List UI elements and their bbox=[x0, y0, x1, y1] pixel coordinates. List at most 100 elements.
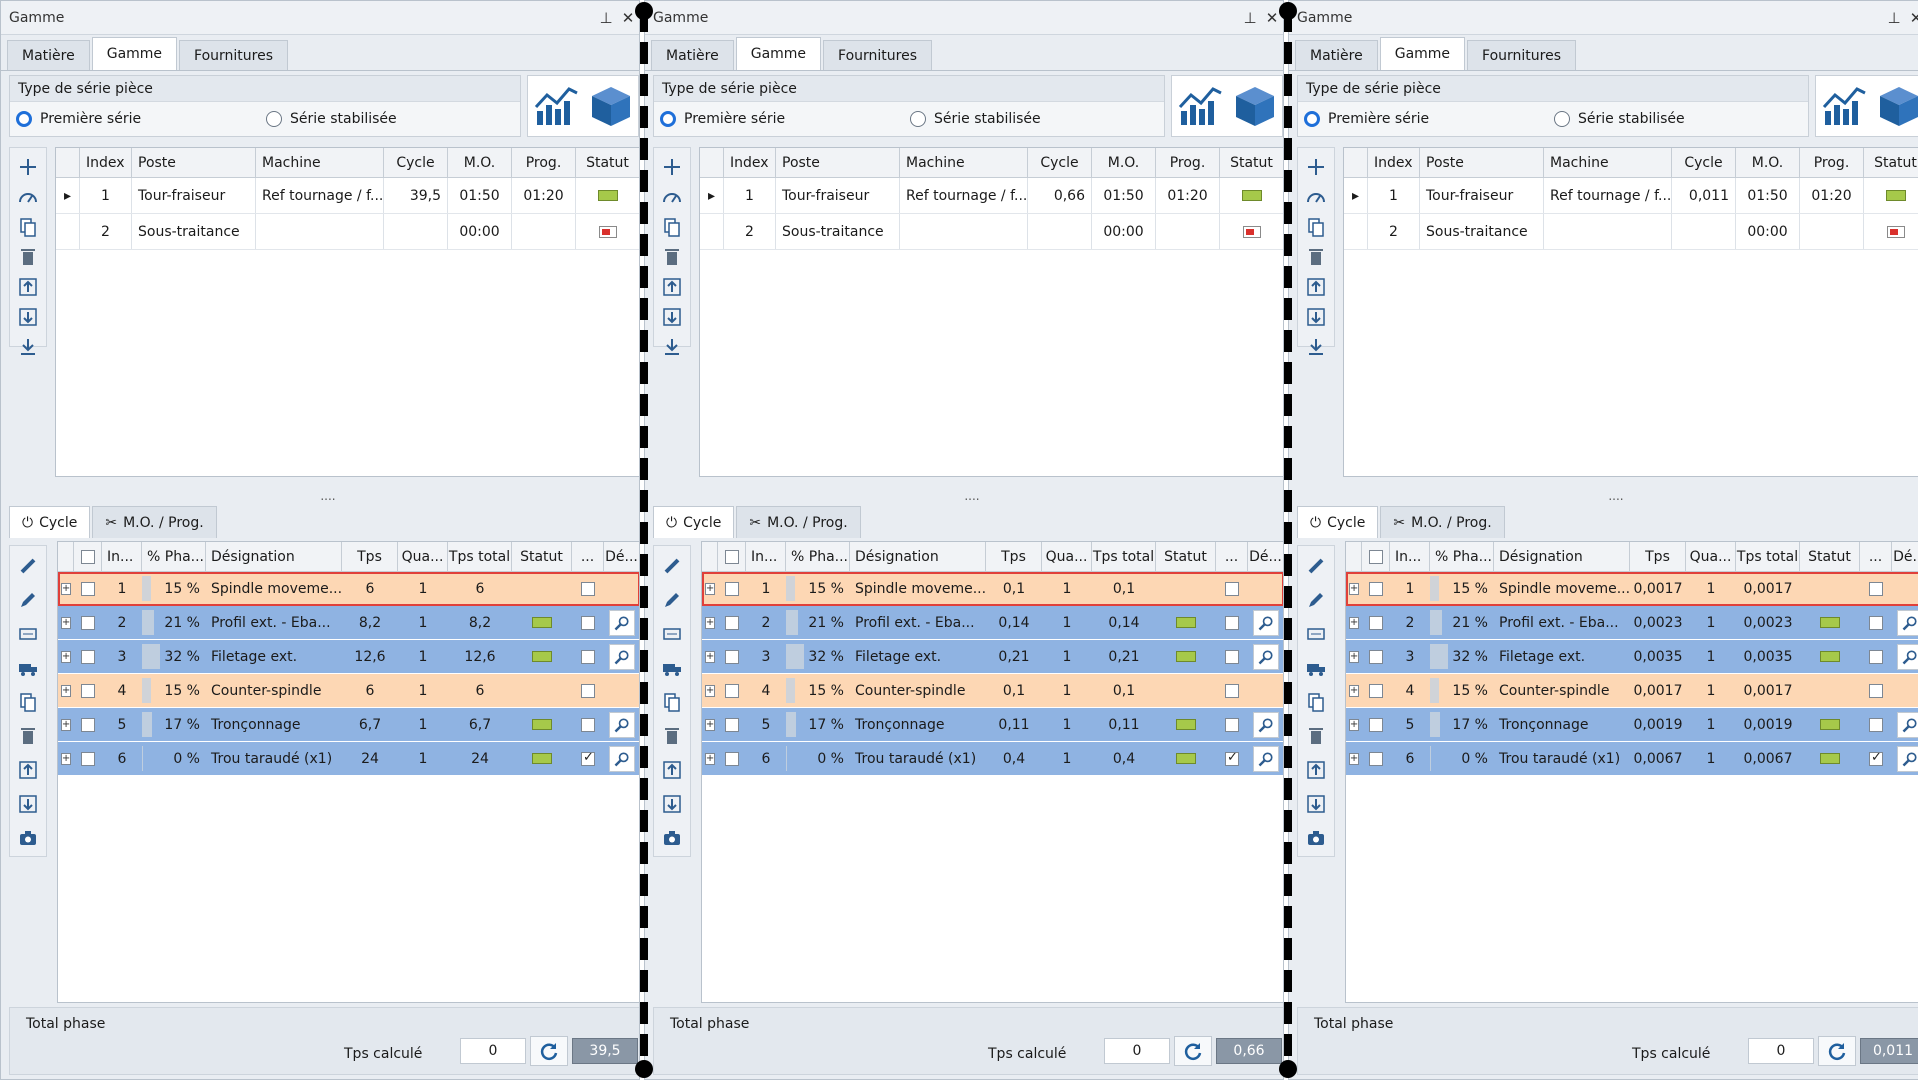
tab-matiere[interactable]: Matière bbox=[7, 40, 90, 70]
expand-button[interactable]: + bbox=[1346, 674, 1362, 707]
detail-button[interactable] bbox=[609, 643, 635, 670]
move-down-icon[interactable] bbox=[16, 792, 40, 816]
expand-button[interactable]: + bbox=[1346, 572, 1362, 605]
download-icon[interactable] bbox=[660, 336, 684, 358]
phase-checkbox[interactable] bbox=[572, 606, 604, 639]
download-icon[interactable] bbox=[1304, 336, 1328, 358]
row-select-checkbox[interactable] bbox=[718, 572, 746, 605]
col-tps[interactable]: Tps bbox=[1630, 542, 1686, 571]
col-statut[interactable]: Statut bbox=[1220, 148, 1283, 177]
phase-row[interactable]: +3 32 % Filetage ext. 0,21 1 0,21 bbox=[702, 640, 1283, 674]
truck-icon[interactable] bbox=[660, 656, 684, 680]
delete-icon[interactable] bbox=[660, 724, 684, 748]
delete-icon[interactable] bbox=[1304, 246, 1328, 268]
add-icon[interactable] bbox=[16, 156, 40, 178]
expand-button[interactable]: + bbox=[702, 640, 718, 673]
row-select-checkbox[interactable] bbox=[718, 742, 746, 775]
col-designation[interactable]: Désignation bbox=[850, 542, 986, 571]
phase-row[interactable]: +2 21 % Profil ext. - Eba... 0,14 1 0,14 bbox=[702, 606, 1283, 640]
tab-fournitures[interactable]: Fournitures bbox=[823, 40, 933, 70]
tps-calcule-input[interactable]: 0 bbox=[1104, 1038, 1170, 1064]
radio-premiere-serie[interactable]: Première série bbox=[660, 111, 785, 127]
select-all-checkbox[interactable] bbox=[1362, 542, 1390, 571]
add-icon[interactable] bbox=[660, 156, 684, 178]
col-mo[interactable]: M.O. bbox=[1736, 148, 1800, 177]
phase-checkbox[interactable] bbox=[572, 708, 604, 741]
expand-button[interactable]: + bbox=[1346, 742, 1362, 775]
route-row[interactable]: ▸ 1 Tour-fraiseur Ref tournage / f... 0,66 01… bbox=[700, 178, 1283, 214]
select-all-checkbox[interactable] bbox=[718, 542, 746, 571]
detail-button[interactable] bbox=[609, 711, 635, 738]
col-detail[interactable]: Dé... bbox=[604, 542, 639, 571]
col-check[interactable]: ... bbox=[1216, 542, 1248, 571]
pencil-icon[interactable] bbox=[660, 588, 684, 612]
expand-button[interactable]: + bbox=[58, 674, 74, 707]
phase-checkbox[interactable] bbox=[1216, 572, 1248, 605]
tps-calcule-input[interactable]: 0 bbox=[460, 1038, 526, 1064]
expand-button[interactable]: + bbox=[702, 708, 718, 741]
phase-row[interactable]: +4 15 % Counter-spindle 6 1 6 bbox=[58, 674, 639, 708]
label-icon[interactable] bbox=[660, 622, 684, 646]
delete-icon[interactable] bbox=[1304, 724, 1328, 748]
detail-button[interactable] bbox=[1253, 711, 1279, 738]
expand-button[interactable]: + bbox=[1346, 606, 1362, 639]
col-pct-phase[interactable]: % Pha... bbox=[142, 542, 206, 571]
move-up-icon[interactable] bbox=[1304, 276, 1328, 298]
tab-fournitures[interactable]: Fournitures bbox=[1467, 40, 1577, 70]
col-index[interactable]: Index bbox=[1368, 148, 1420, 177]
detail-button[interactable] bbox=[1253, 643, 1279, 670]
col-statut[interactable]: Statut bbox=[1800, 542, 1860, 571]
phase-row[interactable]: +6 0 % Trou taraudé (x1) 0,0067 1 0,0067 bbox=[1346, 742, 1918, 776]
row-select-checkbox[interactable] bbox=[718, 708, 746, 741]
phase-row[interactable]: +5 17 % Tronçonnage 0,0019 1 0,0019 bbox=[1346, 708, 1918, 742]
col-cycle[interactable]: Cycle bbox=[384, 148, 448, 177]
col-mo[interactable]: M.O. bbox=[448, 148, 512, 177]
phase-checkbox[interactable] bbox=[1216, 640, 1248, 673]
col-designation[interactable]: Désignation bbox=[206, 542, 342, 571]
col-poste[interactable]: Poste bbox=[1420, 148, 1544, 177]
gauge-icon[interactable] bbox=[1304, 186, 1328, 208]
phase-checkbox[interactable] bbox=[1860, 640, 1892, 673]
col-index[interactable]: Index bbox=[80, 148, 132, 177]
col-index[interactable]: In... bbox=[1390, 542, 1430, 571]
phase-checkbox[interactable] bbox=[572, 674, 604, 707]
tab-cycle[interactable]: ⏻ Cycle bbox=[1297, 506, 1379, 538]
delete-icon[interactable] bbox=[660, 246, 684, 268]
cube-3d-icon[interactable] bbox=[1232, 83, 1278, 129]
row-select-checkbox[interactable] bbox=[1362, 606, 1390, 639]
radio-serie-stabilisee[interactable]: Série stabilisée bbox=[910, 111, 1041, 127]
gauge-icon[interactable] bbox=[16, 186, 40, 208]
tab-mo-prog[interactable]: ✂ M.O. / Prog. bbox=[736, 506, 861, 538]
copy-icon[interactable] bbox=[1304, 216, 1328, 238]
truck-icon[interactable] bbox=[16, 656, 40, 680]
splitter-handle[interactable]: .... bbox=[957, 489, 987, 503]
phase-row[interactable]: +6 0 % Trou taraudé (x1) 0,4 1 0,4 bbox=[702, 742, 1283, 776]
row-select-checkbox[interactable] bbox=[1362, 742, 1390, 775]
label-icon[interactable] bbox=[16, 622, 40, 646]
col-tps-total[interactable]: Tps total bbox=[1736, 542, 1800, 571]
splitter-handle[interactable]: .... bbox=[313, 489, 343, 503]
row-select-checkbox[interactable] bbox=[1362, 572, 1390, 605]
expand-button[interactable]: + bbox=[702, 572, 718, 605]
row-select-checkbox[interactable] bbox=[1362, 674, 1390, 707]
delete-icon[interactable] bbox=[16, 724, 40, 748]
pin-icon[interactable]: ⊥ bbox=[595, 9, 617, 27]
tab-mo-prog[interactable]: ✂ M.O. / Prog. bbox=[92, 506, 217, 538]
copy-icon[interactable] bbox=[16, 216, 40, 238]
col-prog[interactable]: Prog. bbox=[512, 148, 576, 177]
tab-matiere[interactable]: Matière bbox=[1295, 40, 1378, 70]
col-statut[interactable]: Statut bbox=[512, 542, 572, 571]
phase-checkbox[interactable] bbox=[1216, 606, 1248, 639]
col-index[interactable]: Index bbox=[724, 148, 776, 177]
col-tps[interactable]: Tps bbox=[342, 542, 398, 571]
col-statut[interactable]: Statut bbox=[576, 148, 639, 177]
row-select-checkbox[interactable] bbox=[1362, 640, 1390, 673]
phase-checkbox[interactable] bbox=[1216, 742, 1248, 775]
move-up-icon[interactable] bbox=[660, 276, 684, 298]
col-designation[interactable]: Désignation bbox=[1494, 542, 1630, 571]
truck-icon[interactable] bbox=[1304, 656, 1328, 680]
row-select-checkbox[interactable] bbox=[74, 742, 102, 775]
row-select-checkbox[interactable] bbox=[1362, 708, 1390, 741]
col-pct-phase[interactable]: % Pha... bbox=[786, 542, 850, 571]
tab-gamme[interactable]: Gamme bbox=[91, 37, 178, 70]
